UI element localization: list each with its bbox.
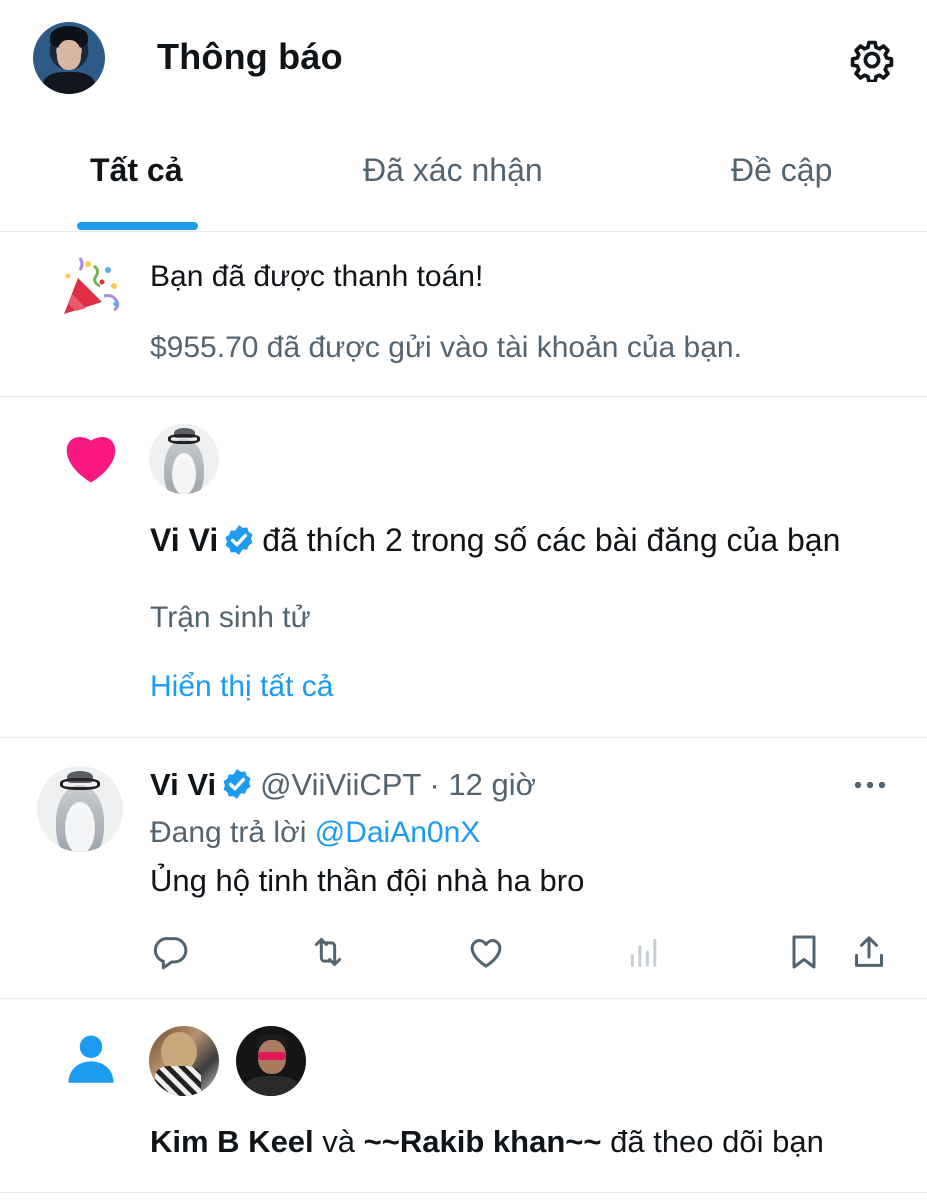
tab-verified[interactable]: Đã xác nhận	[363, 152, 543, 189]
views-icon[interactable]	[624, 932, 664, 972]
like-icon[interactable]	[466, 932, 506, 972]
tab-all[interactable]: Tất cả	[90, 152, 182, 189]
follower-avatar[interactable]	[236, 1026, 306, 1096]
post-time: 12 giờ	[448, 767, 536, 802]
meta-separator: ·	[429, 767, 440, 802]
tab-mentions[interactable]: Đề cập	[731, 152, 832, 189]
reply-icon[interactable]	[150, 932, 190, 972]
post-text: Ủng hộ tinh thần đội nhà ha bro	[150, 863, 585, 898]
follower-name[interactable]: Kim B Keel	[150, 1124, 314, 1159]
like-action-text: đã thích 2 trong số các bài đăng của bạn	[262, 522, 841, 558]
retweet-icon[interactable]	[308, 932, 348, 972]
heart-icon	[66, 437, 116, 483]
follower-name[interactable]: ~~Rakib khan~~	[364, 1124, 602, 1159]
top-bar: Thông báo	[0, 0, 927, 120]
person-icon	[68, 1035, 114, 1083]
share-icon[interactable]	[849, 932, 889, 972]
divider	[0, 1192, 927, 1193]
show-all-link[interactable]: Hiển thị tất cả	[150, 670, 333, 704]
user-avatar[interactable]	[149, 424, 219, 494]
like-summary: Vi Vi đã thích 2 trong số các bài đăng c…	[150, 522, 840, 559]
user-name[interactable]: Vi Vi	[150, 522, 218, 558]
conjunction: và	[322, 1124, 356, 1159]
user-avatar[interactable]	[37, 766, 123, 852]
verified-badge-icon	[225, 525, 253, 555]
profile-avatar[interactable]	[33, 22, 105, 94]
bookmark-icon[interactable]	[784, 932, 824, 972]
user-name[interactable]: Vi Vi	[150, 767, 216, 802]
follow-summary: Kim B Keel và ~~Rakib khan~~ đã theo dõi…	[150, 1124, 824, 1160]
settings-gear-icon[interactable]	[850, 38, 894, 82]
divider	[0, 998, 927, 999]
active-tab-indicator	[77, 222, 198, 230]
payment-subtitle: $955.70 đã được gửi vào tài khoản của bạ…	[150, 331, 742, 364]
mention-link[interactable]: @DaiAn0nX	[315, 816, 481, 849]
follower-avatar[interactable]	[149, 1026, 219, 1096]
liked-post-title[interactable]: Trận sinh tử	[150, 601, 311, 635]
post-header: Vi Vi @ViiViiCPT · 12 giờ	[150, 767, 536, 803]
replying-prefix: Đang trả lời	[150, 816, 307, 849]
follow-action-text: đã theo dõi bạn	[610, 1124, 824, 1159]
more-options-icon[interactable]	[850, 770, 890, 800]
user-handle[interactable]: @ViiViiCPT	[260, 767, 421, 802]
payment-title: Bạn đã được thanh toán!	[150, 260, 484, 293]
divider	[0, 737, 927, 738]
party-popper-icon	[64, 257, 120, 314]
notification-tabs: Tất cả Đã xác nhận Đề cập	[0, 130, 927, 232]
divider	[0, 396, 927, 397]
page-title: Thông báo	[157, 36, 343, 77]
replying-to: Đang trả lời @DaiAn0nX	[150, 816, 480, 850]
verified-badge-icon	[223, 769, 251, 799]
